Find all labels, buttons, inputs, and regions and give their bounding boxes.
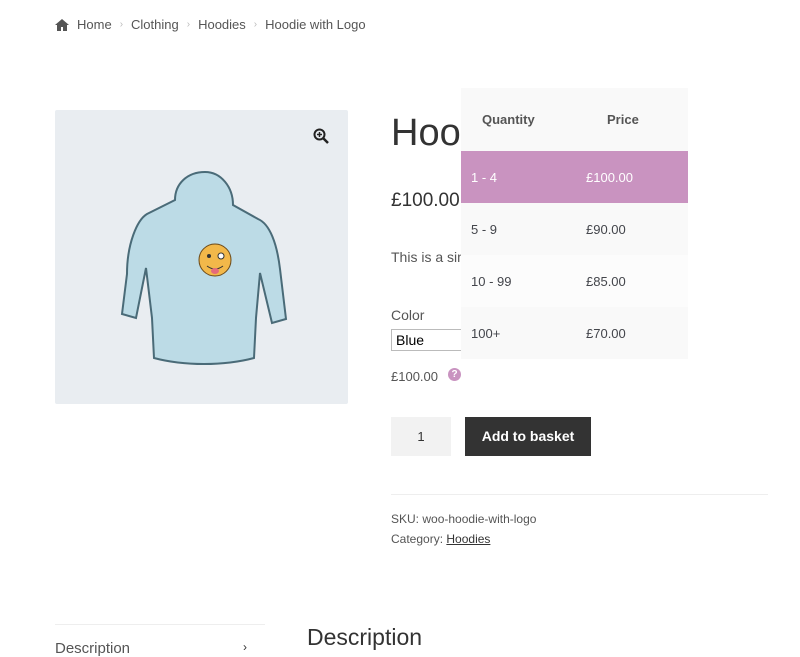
table-row[interactable]: 100+ £70.00: [461, 307, 688, 359]
chevron-right-icon: ›: [243, 640, 247, 654]
zoom-icon[interactable]: [313, 128, 329, 144]
tier-qty: 10 - 99: [471, 273, 512, 289]
breadcrumb-hoodies[interactable]: Hoodies: [198, 17, 246, 32]
sku-label: SKU:: [391, 512, 420, 526]
tier-price: £100.00: [586, 169, 633, 185]
table-row[interactable]: 5 - 9 £90.00: [461, 203, 688, 255]
tiered-pricing-table: Quantity Price 1 - 4 £100.00 5 - 9 £90.00 1…: [461, 88, 688, 359]
home-icon[interactable]: [55, 18, 69, 31]
category-link[interactable]: Hoodies: [446, 532, 490, 546]
chevron-right-icon: ›: [253, 19, 258, 30]
help-icon[interactable]: ?: [448, 368, 461, 381]
product-image[interactable]: [55, 110, 348, 404]
product-price: £100.00: [391, 190, 460, 211]
description-heading: Description: [307, 624, 423, 650]
category-label: Category:: [391, 532, 444, 546]
divider: [391, 494, 768, 495]
tier-price: £70.00: [586, 325, 626, 341]
chevron-right-icon: ›: [186, 19, 191, 30]
variation-price: £100.00: [391, 369, 438, 384]
divider: [55, 624, 265, 625]
tier-qty: 100+: [471, 325, 501, 341]
breadcrumb-clothing[interactable]: Clothing: [131, 17, 179, 32]
sku: SKU: woo-hoodie-with-logo: [391, 512, 536, 526]
table-row[interactable]: 1 - 4 £100.00: [461, 151, 688, 203]
header-quantity: Quantity: [482, 112, 535, 127]
header-price: Price: [607, 112, 639, 127]
table-row[interactable]: 10 - 99 £85.00: [461, 255, 688, 307]
table-header: Quantity Price: [461, 88, 688, 151]
quantity-input[interactable]: 1: [391, 417, 451, 456]
hoodie-image: [120, 170, 288, 365]
tier-qty: 1 - 4: [471, 169, 498, 185]
add-to-basket-button[interactable]: Add to basket: [465, 417, 591, 456]
tier-price: £85.00: [586, 273, 626, 289]
sku-value: woo-hoodie-with-logo: [422, 512, 537, 526]
tier-price: £90.00: [586, 221, 626, 237]
tier-qty: 5 - 9: [471, 221, 498, 237]
breadcrumb-home[interactable]: Home: [77, 17, 112, 32]
breadcrumb-current: Hoodie with Logo: [265, 17, 366, 32]
breadcrumb: Home › Clothing › Hoodies › Hoodie with Log…: [55, 17, 366, 32]
category: Category: Hoodies: [391, 532, 490, 546]
chevron-right-icon: ›: [119, 19, 124, 30]
color-label: Color: [391, 307, 425, 323]
